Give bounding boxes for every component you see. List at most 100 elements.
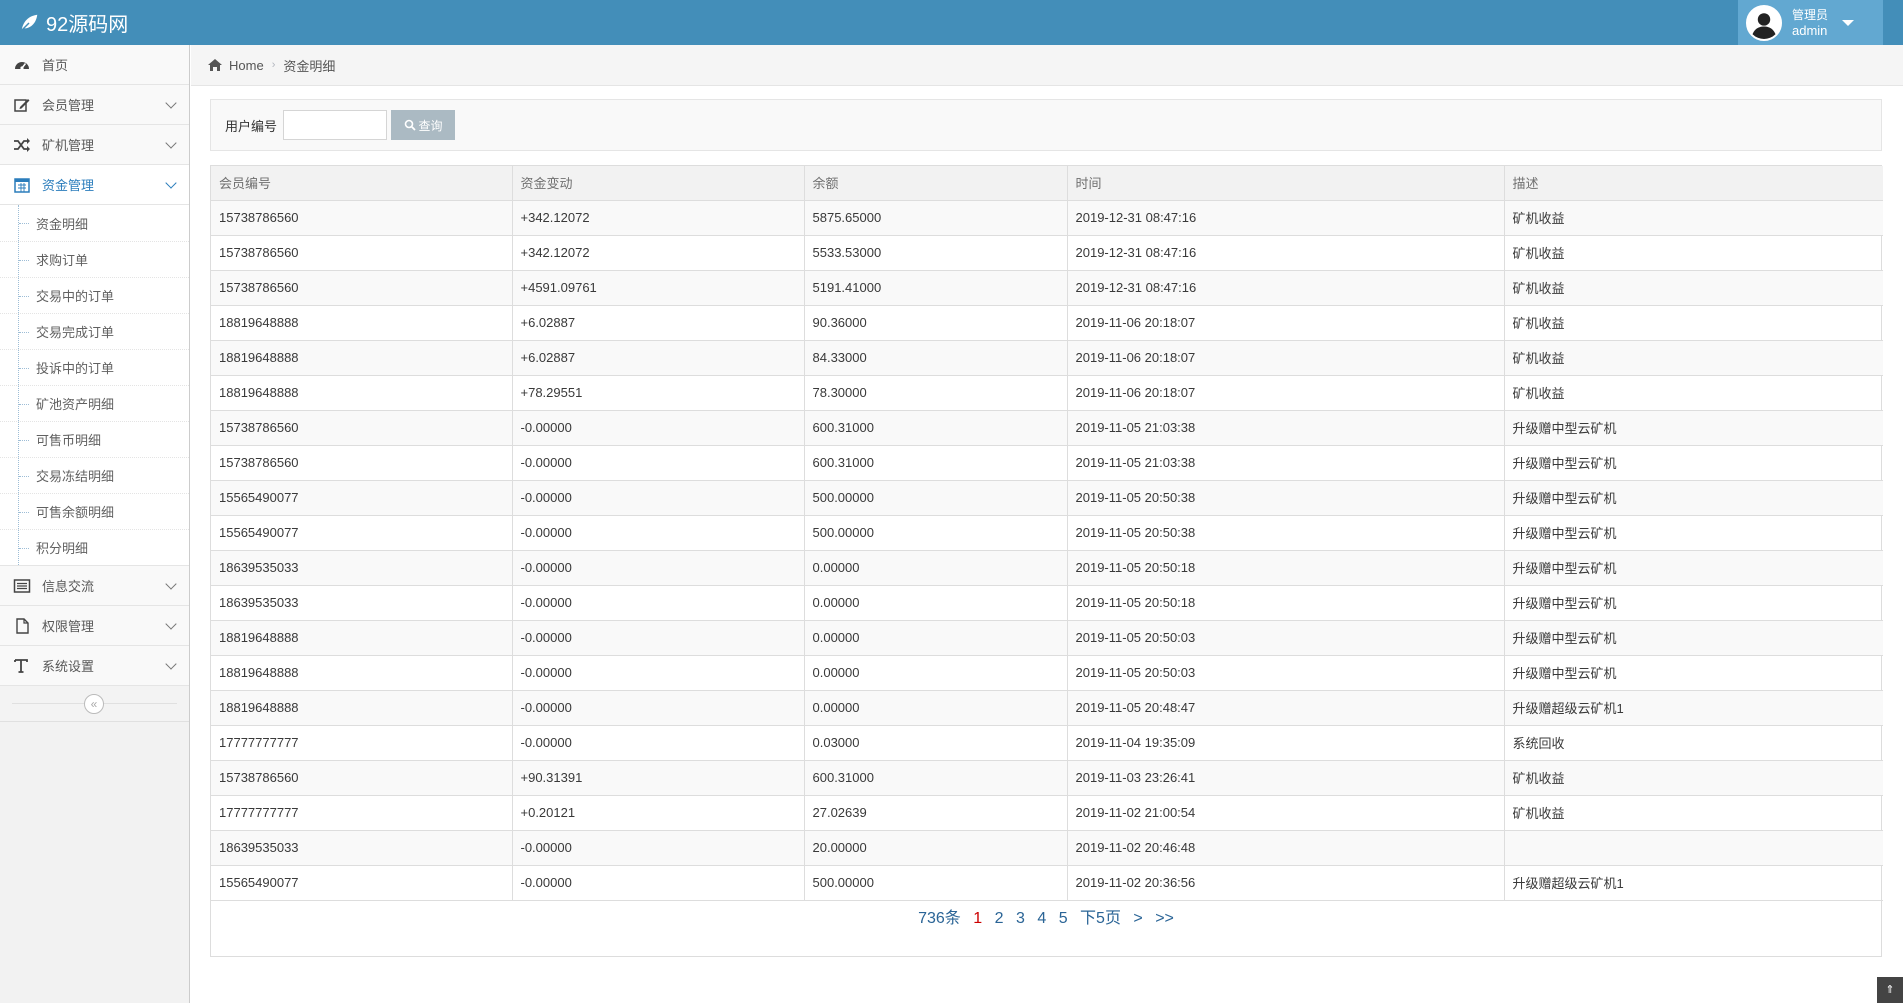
submenu-item-fund-detail[interactable]: 资金明细 <box>0 205 189 241</box>
table-row: 15738786560 +4591.09761 5191.41000 2019-12-… <box>211 270 1883 306</box>
caret-down-icon <box>1842 19 1855 26</box>
sidebar-item-members[interactable]: 会员管理 <box>0 85 189 125</box>
cell-member-id: 18639535033 <box>211 585 513 621</box>
cell-time: 2019-11-05 20:50:18 <box>1067 585 1505 621</box>
submenu-item-points[interactable]: 积分明细 <box>0 529 189 565</box>
cell-member-id: 18819648888 <box>211 620 513 656</box>
sidebar-item-messages[interactable]: 信息交流 <box>0 566 189 606</box>
submenu-item-trading-orders[interactable]: 交易中的订单 <box>0 277 189 313</box>
pagination-page-1[interactable]: 1 <box>973 910 982 927</box>
sidebar-item-label: 矿机管理 <box>42 138 95 153</box>
double-chevron-left-icon[interactable]: « <box>84 694 104 714</box>
user-role: 管理员 <box>1792 7 1829 22</box>
sidebar-item-funds[interactable]: 资金管理 <box>0 165 189 205</box>
list-alt-icon <box>12 577 32 595</box>
sidebar-item-home[interactable]: 首页 <box>0 45 189 85</box>
table-row: 15738786560 +90.31391 600.31000 2019-11-03 … <box>211 760 1883 796</box>
breadcrumb-home-link[interactable]: Home <box>229 58 264 73</box>
chevron-down-icon <box>165 578 177 590</box>
cell-description: 升级赠中型云矿机 <box>1504 515 1883 551</box>
cell-member-id: 17777777777 <box>211 795 513 831</box>
cell-fund-change: -0.00000 <box>512 550 805 586</box>
user-id-input[interactable] <box>283 110 388 140</box>
cell-balance: 0.00000 <box>804 690 1068 726</box>
cell-description: 升级赠超级云矿机1 <box>1504 690 1883 726</box>
scroll-to-top-icon[interactable]: ⇑ <box>1877 977 1903 1003</box>
cell-description: 升级赠中型云矿机 <box>1504 550 1883 586</box>
pagination-page-3[interactable]: 3 <box>1016 910 1025 927</box>
cell-fund-change: -0.00000 <box>512 445 805 481</box>
cell-member-id: 18819648888 <box>211 340 513 376</box>
cell-member-id: 18819648888 <box>211 655 513 691</box>
submenu-item-frozen-trades[interactable]: 交易冻结明细 <box>0 457 189 493</box>
funds-submenu: 资金明细 求购订单 交易中的订单 交易完成订单 投诉中的订单 矿池资产明细 可售… <box>0 205 189 566</box>
sidebar-item-miners[interactable]: 矿机管理 <box>0 125 189 165</box>
table-row: 17777777777 +0.20121 27.02639 2019-11-02 21… <box>211 795 1883 831</box>
cell-balance: 90.36000 <box>804 305 1068 341</box>
pagination-page-5[interactable]: 5 <box>1059 910 1068 927</box>
column-header-time[interactable]: 时间 <box>1067 166 1505 201</box>
submenu-item-sellable-balance[interactable]: 可售余额明细 <box>0 493 189 529</box>
cell-time: 2019-11-06 20:18:07 <box>1067 375 1505 411</box>
pagination-page-2[interactable]: 2 <box>995 910 1004 927</box>
pagination-next[interactable]: > <box>1133 910 1142 927</box>
cell-time: 2019-12-31 08:47:16 <box>1067 235 1505 271</box>
sidebar-collapse-bar: « <box>0 686 189 722</box>
chevron-down-icon <box>165 137 177 149</box>
submenu-item-pool-assets[interactable]: 矿池资产明细 <box>0 385 189 421</box>
pagination-page-4[interactable]: 4 <box>1037 910 1046 927</box>
cell-member-id: 18819648888 <box>211 690 513 726</box>
navbar: 92源码网 管理员 admin <box>0 0 1903 45</box>
sidebar-item-label: 资金管理 <box>42 178 95 193</box>
user-name: admin <box>1792 22 1828 38</box>
cell-balance: 0.00000 <box>804 655 1068 691</box>
cell-description: 矿机收益 <box>1504 760 1883 796</box>
leaf-icon <box>20 14 38 32</box>
cell-member-id: 15565490077 <box>211 515 513 551</box>
cell-description: 矿机收益 <box>1504 200 1883 236</box>
cell-fund-change: -0.00000 <box>512 830 805 866</box>
cell-description: 矿机收益 <box>1504 235 1883 271</box>
cell-description: 矿机收益 <box>1504 305 1883 341</box>
cell-fund-change: -0.00000 <box>512 725 805 761</box>
search-button[interactable]: 查询 <box>391 110 456 140</box>
column-header-balance[interactable]: 余额 <box>804 166 1068 201</box>
brand-logo[interactable]: 92源码网 <box>18 0 128 45</box>
submenu-item-completed-orders[interactable]: 交易完成订单 <box>0 313 189 349</box>
column-header-description[interactable]: 描述 <box>1504 166 1883 201</box>
cell-balance: 78.30000 <box>804 375 1068 411</box>
chevron-down-icon <box>165 97 177 109</box>
sidebar-item-settings[interactable]: 系统设置 <box>0 646 189 686</box>
cell-balance: 20.00000 <box>804 830 1068 866</box>
cell-description: 升级赠超级云矿机1 <box>1504 865 1883 901</box>
user-info: 管理员 admin <box>1792 8 1828 38</box>
sidebar-item-label: 会员管理 <box>42 98 95 113</box>
user-avatar-icon <box>1748 6 1780 39</box>
user-menu[interactable]: 管理员 admin <box>1738 0 1883 45</box>
cell-description: 升级赠中型云矿机 <box>1504 620 1883 656</box>
pagination-next-5-pages[interactable]: 下5页 <box>1080 910 1121 927</box>
cell-fund-change: +90.31391 <box>512 760 805 796</box>
cell-time: 2019-11-02 21:00:54 <box>1067 795 1505 831</box>
cell-fund-change: -0.00000 <box>512 410 805 446</box>
search-icon <box>404 119 416 131</box>
search-button-label: 查询 <box>418 118 443 133</box>
table-row: 18639535033 -0.00000 0.00000 2019-11-05 20:… <box>211 550 1883 586</box>
submenu-item-sellable-coins[interactable]: 可售币明细 <box>0 421 189 457</box>
cell-fund-change: +0.20121 <box>512 795 805 831</box>
submenu-item-buy-orders[interactable]: 求购订单 <box>0 241 189 277</box>
column-header-member-id[interactable]: 会员编号 <box>211 166 513 201</box>
table-row: 18639535033 -0.00000 20.00000 2019-11-02 20… <box>211 830 1883 866</box>
cell-fund-change: +6.02887 <box>512 305 805 341</box>
cell-fund-change: -0.00000 <box>512 480 805 516</box>
column-header-fund-change[interactable]: 资金变动 <box>512 166 805 201</box>
cell-balance: 5191.41000 <box>804 270 1068 306</box>
cell-description: 升级赠中型云矿机 <box>1504 480 1883 516</box>
table-row: 18819648888 +78.29551 78.30000 2019-11-06 2… <box>211 375 1883 411</box>
cell-description: 矿机收益 <box>1504 340 1883 376</box>
breadcrumb-current: 资金明细 <box>283 58 336 74</box>
pagination-last[interactable]: >> <box>1155 910 1174 927</box>
submenu-item-complaint-orders[interactable]: 投诉中的订单 <box>0 349 189 385</box>
file-icon <box>12 617 32 635</box>
sidebar-item-permissions[interactable]: 权限管理 <box>0 606 189 646</box>
